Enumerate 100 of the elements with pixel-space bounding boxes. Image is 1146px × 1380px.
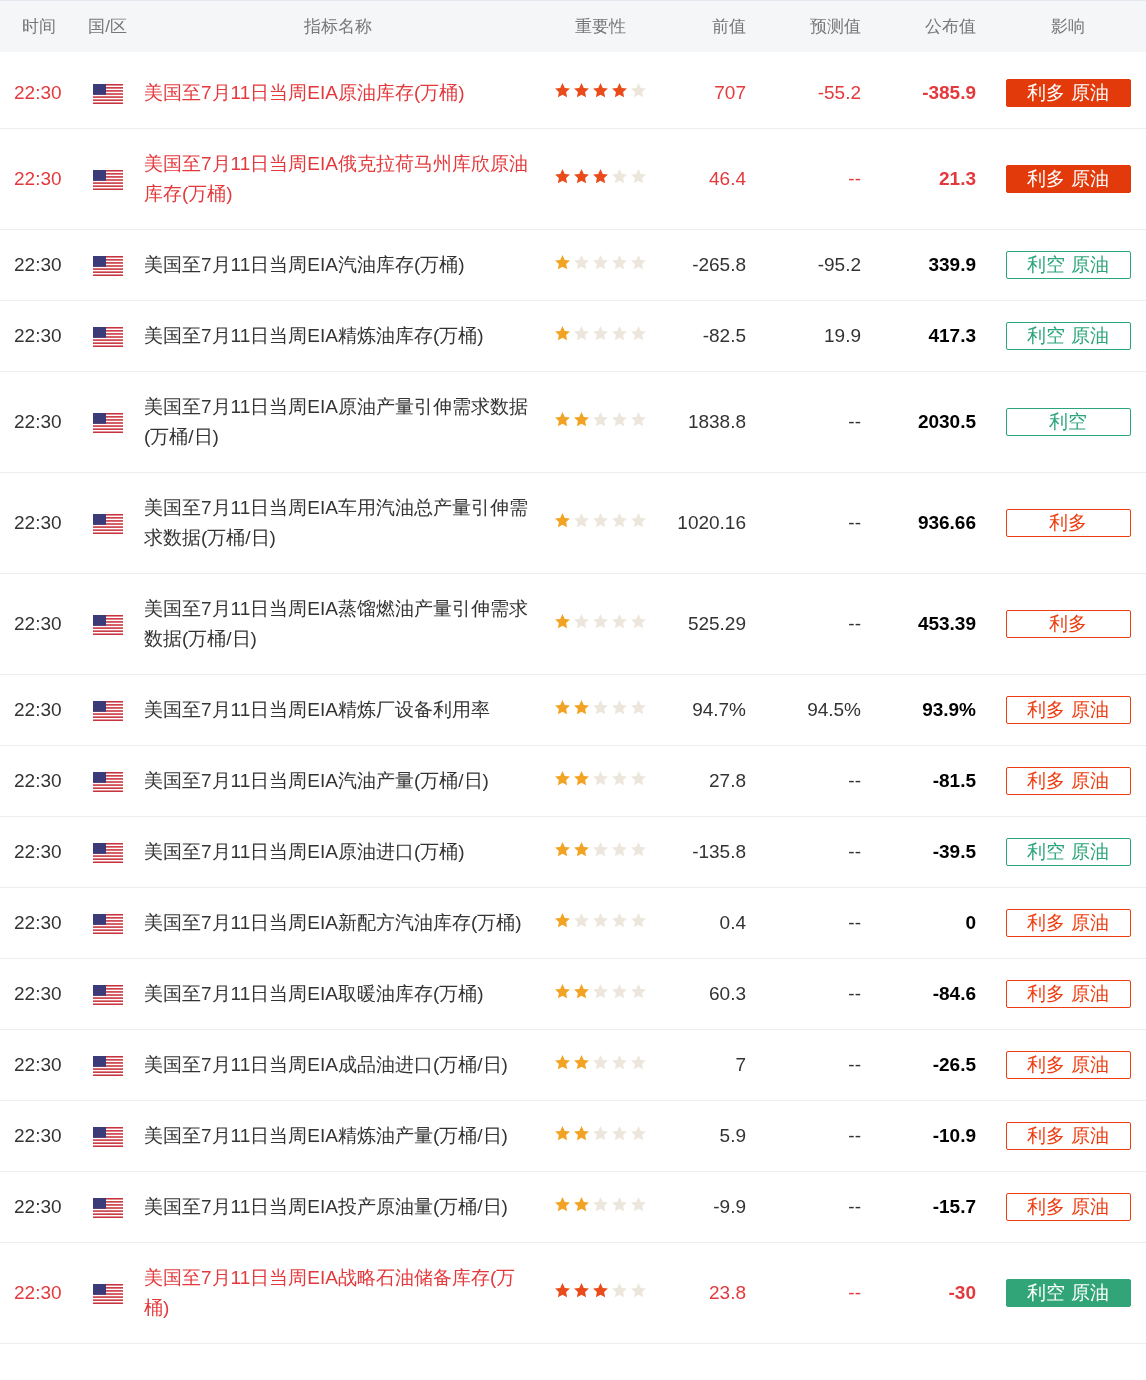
forecast-value: -55.2 [817, 82, 861, 103]
impact-tag: 利空 原油 [1005, 1279, 1131, 1307]
empty-star-icon [629, 1125, 647, 1142]
us-flag-icon [92, 772, 123, 792]
actual-value: -84.6 [932, 983, 976, 1004]
indicator-name: 美国至7月11日当周EIA投产原油量(万桶/日) [144, 1196, 508, 1217]
actual-value: 21.3 [939, 168, 976, 189]
filled-star-icon [572, 1196, 590, 1213]
filled-star-icon [553, 325, 571, 342]
time-text: 22:30 [14, 82, 62, 103]
indicator-name: 美国至7月11日当周EIA车用汽油总产量引伸需求数据(万桶/日) [144, 497, 528, 548]
impact-tag: 利多 原油 [1005, 696, 1131, 724]
impact-tag: 利多 [1005, 610, 1131, 638]
previous-value: 27.8 [709, 770, 746, 791]
time-text: 22:30 [14, 770, 62, 791]
time-text: 22:30 [14, 325, 62, 346]
empty-star-icon [610, 1125, 628, 1142]
impact-tag: 利多 原油 [1005, 1051, 1131, 1079]
actual-value: -26.5 [932, 1054, 976, 1075]
filled-star-icon [591, 82, 609, 99]
filled-star-icon [553, 912, 571, 929]
indicator-name: 美国至7月11日当周EIA蒸馏燃油产量引伸需求数据(万桶/日) [144, 598, 528, 649]
empty-star-icon [572, 512, 590, 529]
impact-tag: 利多 原油 [1005, 980, 1131, 1008]
empty-star-icon [629, 841, 647, 858]
actual-value: -15.7 [932, 1196, 976, 1217]
time-text: 22:30 [14, 168, 62, 189]
actual-value: 453.39 [917, 613, 976, 634]
filled-star-icon [572, 168, 590, 185]
previous-header: 前值 [712, 16, 746, 36]
empty-star-icon [610, 912, 628, 929]
us-flag-icon [92, 701, 123, 721]
indicator-name: 美国至7月11日当周EIA原油库存(万桶) [144, 82, 465, 103]
previous-value: 0.4 [719, 912, 746, 933]
filled-star-icon [610, 82, 628, 99]
actual-header: 公布值 [925, 16, 976, 36]
time-text: 22:30 [14, 613, 62, 634]
forecast-value: -- [848, 168, 861, 189]
us-flag-icon [92, 985, 123, 1005]
us-flag-icon [92, 256, 123, 276]
filled-star-icon [572, 82, 590, 99]
empty-star-icon [629, 168, 647, 185]
forecast-value: -- [848, 613, 861, 634]
actual-value: 339.9 [928, 254, 976, 275]
empty-star-icon [610, 613, 628, 630]
filled-star-icon [572, 699, 590, 716]
indicator-name: 美国至7月11日当周EIA汽油库存(万桶) [144, 254, 465, 275]
indicator-name: 美国至7月11日当周EIA取暖油库存(万桶) [144, 983, 484, 1004]
empty-star-icon [591, 983, 609, 1000]
empty-star-icon [591, 254, 609, 271]
previous-value: 94.7% [692, 699, 746, 720]
us-flag-icon [92, 843, 123, 863]
us-flag-icon [92, 1056, 123, 1076]
us-flag-icon [92, 170, 123, 190]
empty-star-icon [629, 254, 647, 271]
filled-star-icon [553, 613, 571, 630]
impact-tag: 利多 原油 [1005, 1193, 1131, 1221]
time-text: 22:30 [14, 1054, 62, 1075]
indicator-name: 美国至7月11日当周EIA原油进口(万桶) [144, 841, 465, 862]
empty-star-icon [629, 613, 647, 630]
filled-star-icon [572, 1054, 590, 1071]
actual-value: -30 [948, 1282, 976, 1303]
us-flag-icon [92, 327, 123, 347]
empty-star-icon [572, 912, 590, 929]
empty-star-icon [629, 1054, 647, 1071]
filled-star-icon [591, 1282, 609, 1299]
forecast-value: 19.9 [824, 325, 861, 346]
filled-star-icon [572, 983, 590, 1000]
time-text: 22:30 [14, 1125, 62, 1146]
empty-star-icon [629, 912, 647, 929]
filled-star-icon [572, 770, 590, 787]
impact-tag: 利多 [1005, 509, 1131, 537]
forecast-value: -- [848, 1054, 861, 1075]
empty-star-icon [591, 699, 609, 716]
empty-star-icon [629, 512, 647, 529]
time-text: 22:30 [14, 254, 62, 275]
forecast-value: 94.5% [807, 699, 861, 720]
forecast-value: -- [848, 770, 861, 791]
us-flag-icon [92, 1198, 123, 1218]
filled-star-icon [572, 841, 590, 858]
impact-tag: 利空 [1005, 408, 1131, 436]
us-flag-icon [92, 615, 123, 635]
indicator-name: 美国至7月11日当周EIA俄克拉荷马州库欣原油库存(万桶) [144, 153, 528, 204]
indicator-name: 美国至7月11日当周EIA成品油进口(万桶/日) [144, 1054, 508, 1075]
previous-value: -265.8 [692, 254, 746, 275]
time-text: 22:30 [14, 411, 62, 432]
filled-star-icon [553, 841, 571, 858]
forecast-value: -- [848, 1282, 861, 1303]
empty-star-icon [591, 770, 609, 787]
filled-star-icon [572, 1282, 590, 1299]
actual-value: -39.5 [932, 841, 976, 862]
filled-star-icon [553, 82, 571, 99]
forecast-value: -- [848, 1196, 861, 1217]
us-flag-icon [92, 84, 123, 104]
filled-star-icon [553, 1125, 571, 1142]
empty-star-icon [610, 254, 628, 271]
actual-value: 2030.5 [917, 411, 976, 432]
time-text: 22:30 [14, 841, 62, 862]
empty-star-icon [591, 1054, 609, 1071]
empty-star-icon [629, 770, 647, 787]
